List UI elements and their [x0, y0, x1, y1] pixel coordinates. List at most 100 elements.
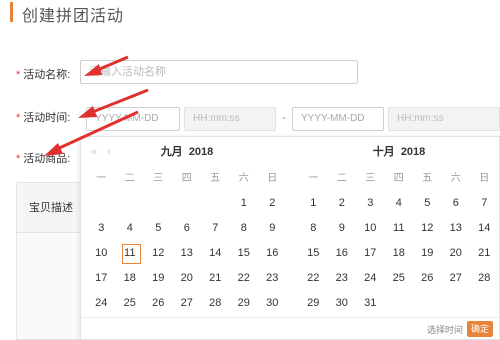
year-label: 2018 [188, 146, 214, 158]
calendar-empty-cell [144, 191, 173, 216]
activity-name-label: * 活动名称: [16, 66, 70, 82]
calendar-day[interactable]: 21 [470, 241, 499, 266]
prev-year-icon[interactable]: « [91, 137, 97, 167]
start-time-input[interactable]: HH:mm:ss [184, 107, 276, 131]
calendar-day[interactable]: 17 [356, 241, 385, 266]
activity-time-label: * 活动时间: [16, 109, 70, 125]
end-time-input[interactable]: HH:mm:ss [388, 107, 500, 131]
calendar-day[interactable]: 1 [299, 191, 328, 216]
calendar-day[interactable]: 14 [470, 216, 499, 241]
calendar-day[interactable]: 10 [87, 241, 116, 266]
calendar-october: 十月 2018 › » 一 二 三 四 五 六 日 12345678910111… [299, 137, 499, 316]
calendar-day[interactable]: 6 [173, 216, 202, 241]
calendar-empty-cell [87, 191, 116, 216]
calendar-day[interactable]: 29 [230, 291, 259, 316]
calendar-week-row: 12 [87, 191, 287, 216]
activity-name-input[interactable] [80, 60, 358, 84]
calendar-days: 1 2 3 4 5 6 7 8 9 10 11 12 13 14 15 16 17 18 19 20 21 22 23 24 2… [299, 191, 499, 316]
calendar-day[interactable]: 28 [201, 291, 230, 316]
calendar-day[interactable]: 14 [201, 241, 230, 266]
calendar-day[interactable]: 19 [144, 266, 173, 291]
calendar-day[interactable]: 5 [413, 191, 442, 216]
calendar-day[interactable]: 26 [413, 266, 442, 291]
calendar-day[interactable]: 27 [442, 266, 471, 291]
calendar-day[interactable]: 22 [230, 266, 259, 291]
date-range-separator: - [282, 112, 286, 124]
calendar-day[interactable]: 12 [413, 216, 442, 241]
calendar-day[interactable]: 7 [201, 216, 230, 241]
weekday: 三 [365, 173, 376, 184]
calendar-day[interactable]: 8 [299, 216, 328, 241]
weekday: 日 [267, 173, 278, 184]
calendar-empty-cell [173, 191, 202, 216]
calendar-day[interactable]: 11 [385, 216, 414, 241]
calendar-day[interactable]: 20 [173, 266, 202, 291]
calendar-day[interactable]: 15 [230, 241, 259, 266]
calendar-empty-cell [201, 191, 230, 216]
calendar-day[interactable]: 9 [328, 216, 357, 241]
end-date-input[interactable]: YYYY-MM-DD [292, 107, 384, 131]
activity-name-label-text: 活动名称: [23, 69, 71, 81]
weekday: 四 [393, 173, 404, 184]
calendar-day[interactable]: 15 [299, 241, 328, 266]
start-date-input[interactable]: YYYY-MM-DD [86, 107, 180, 131]
calendar-day[interactable]: 1 [230, 191, 259, 216]
calendar-day[interactable]: 18 [116, 266, 145, 291]
calendar-day[interactable]: 13 [442, 216, 471, 241]
calendar-day[interactable]: 30 [258, 291, 287, 316]
calendar-day[interactable]: 2 [258, 191, 287, 216]
select-time-link[interactable]: 选择时间 [427, 323, 463, 336]
calendar-day[interactable]: 3 [87, 216, 116, 241]
calendar-day[interactable]: 24 [356, 266, 385, 291]
calendar-day[interactable]: 18 [385, 241, 414, 266]
calendar-day[interactable]: 25 [385, 266, 414, 291]
calendar-week-row: 22 23 24 25 26 27 28 [299, 266, 499, 291]
calendar-day[interactable]: 10 [356, 216, 385, 241]
calendar-day[interactable]: 19 [413, 241, 442, 266]
calendar-header: « ‹ 九月 2018 [87, 137, 287, 167]
weekday: 二 [336, 173, 347, 184]
calendar-day[interactable]: 30 [328, 291, 357, 316]
calendar-day[interactable]: 13 [173, 241, 202, 266]
calendar-day[interactable]: 4 [385, 191, 414, 216]
calendar-day[interactable]: 23 [328, 266, 357, 291]
prev-month-icon[interactable]: ‹ [107, 137, 111, 167]
calendar-day[interactable]: 8 [230, 216, 259, 241]
calendar-day[interactable]: 4 [116, 216, 145, 241]
calendar-day[interactable]: 6 [442, 191, 471, 216]
calendar-day[interactable]: 20 [442, 241, 471, 266]
month-label: 十月 [372, 146, 395, 158]
required-mark: * [16, 69, 21, 81]
weekday: 三 [153, 173, 164, 184]
calendar-day[interactable]: 3 [356, 191, 385, 216]
calendar-day[interactable]: 29 [299, 291, 328, 316]
calendar-day[interactable]: 24 [87, 291, 116, 316]
product-table-header: 宝贝描述 [17, 183, 85, 233]
calendar-day[interactable]: 16 [258, 241, 287, 266]
calendar-day[interactable]: 7 [470, 191, 499, 216]
confirm-button[interactable]: 确定 [467, 321, 493, 337]
calendar-day-today[interactable]: 11 [116, 241, 145, 266]
weekday: 一 [308, 173, 319, 184]
activity-product-label-text: 活动商品: [23, 153, 71, 165]
calendar-day[interactable]: 23 [258, 266, 287, 291]
month-label: 九月 [160, 146, 183, 158]
calendar-day[interactable]: 2 [328, 191, 357, 216]
calendar-day[interactable]: 21 [201, 266, 230, 291]
calendar-day[interactable]: 17 [87, 266, 116, 291]
weekday: 四 [181, 173, 192, 184]
calendar-empty-cell [442, 291, 471, 316]
calendar-day[interactable]: 26 [144, 291, 173, 316]
calendar-day[interactable]: 9 [258, 216, 287, 241]
calendar-day[interactable]: 12 [144, 241, 173, 266]
calendar-day[interactable]: 31 [356, 291, 385, 316]
year-label: 2018 [400, 146, 426, 158]
calendar-day[interactable]: 22 [299, 266, 328, 291]
calendar-day[interactable]: 5 [144, 216, 173, 241]
calendar-week-row: 17 18 19 20 21 22 23 [87, 266, 287, 291]
calendar-empty-cell [116, 191, 145, 216]
calendar-day[interactable]: 28 [470, 266, 499, 291]
calendar-day[interactable]: 16 [328, 241, 357, 266]
calendar-day[interactable]: 27 [173, 291, 202, 316]
calendar-day[interactable]: 25 [116, 291, 145, 316]
